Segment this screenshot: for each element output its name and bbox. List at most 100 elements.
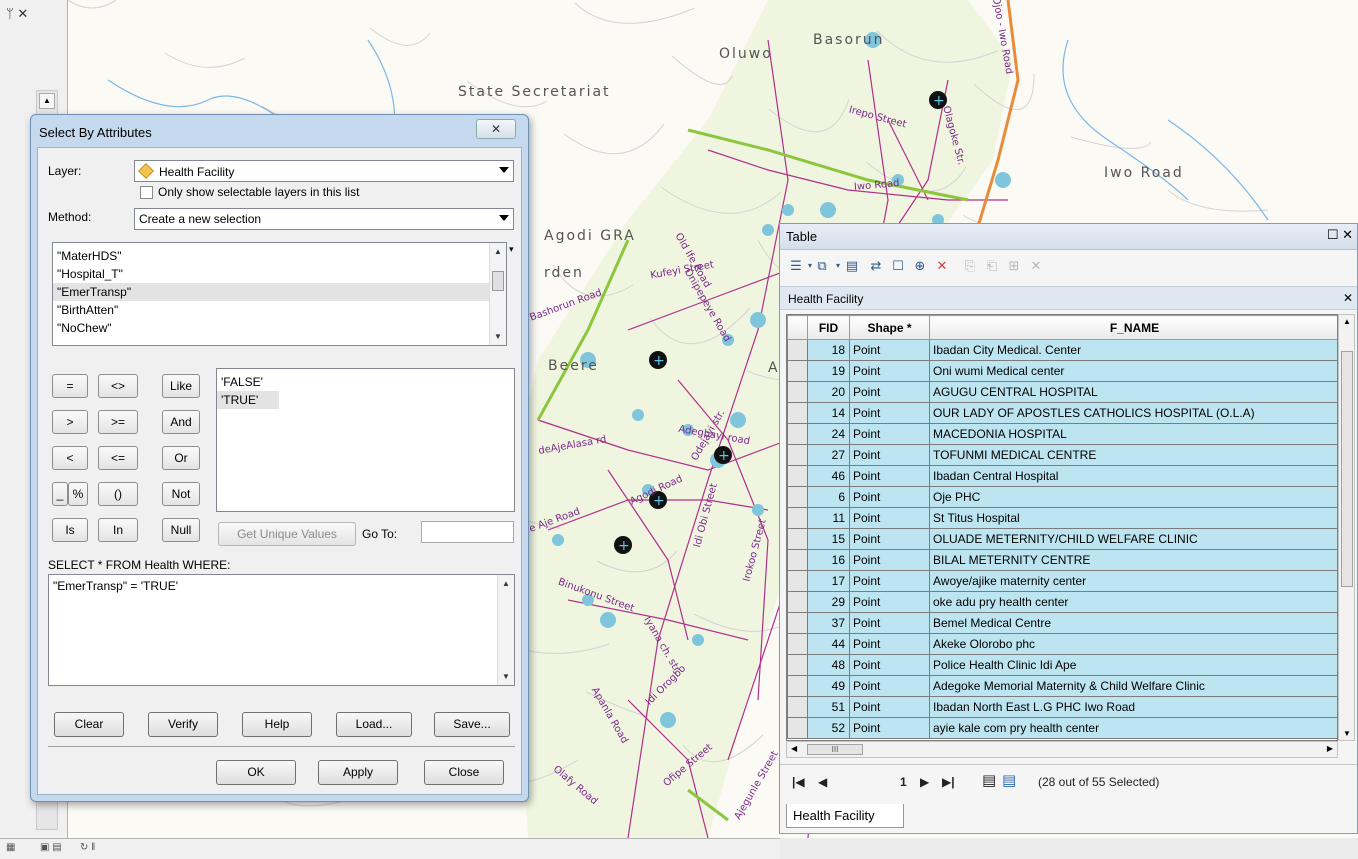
cell-fname[interactable]: Ibadan City Medical. Center bbox=[929, 339, 1337, 361]
fields-list[interactable]: "MaterHDS" "Hospital_T" "EmerTransp" "Birth… bbox=[52, 242, 507, 346]
row-selector[interactable] bbox=[787, 612, 808, 634]
row-selector-header[interactable] bbox=[787, 315, 808, 340]
scroll-down-icon[interactable]: ▼ bbox=[502, 672, 510, 681]
row-selector[interactable] bbox=[787, 696, 808, 718]
row-selector[interactable] bbox=[787, 360, 808, 382]
cell-fid[interactable]: 18 bbox=[807, 339, 850, 361]
cell-fname[interactable]: Awoye/ajike maternity center bbox=[929, 570, 1337, 592]
row-selector[interactable] bbox=[787, 528, 808, 550]
value-list-item[interactable]: 'TRUE' bbox=[217, 391, 279, 409]
verify-button[interactable]: Verify bbox=[148, 712, 218, 737]
row-selector[interactable] bbox=[787, 549, 808, 571]
cell-fname[interactable]: Oje PHC bbox=[929, 486, 1337, 508]
table-row[interactable]: 17 Point Awoye/ajike maternity center bbox=[787, 570, 1337, 592]
get-unique-values-button[interactable]: Get Unique Values bbox=[218, 522, 356, 546]
help-button[interactable]: Help bbox=[242, 712, 312, 737]
switch-selection-icon[interactable]: ⇄ bbox=[868, 258, 884, 274]
cell-shape[interactable]: Point bbox=[849, 717, 930, 739]
field-list-item[interactable]: "BirthAtten" bbox=[53, 301, 506, 319]
table-row[interactable]: 11 Point St Titus Hospital bbox=[787, 507, 1337, 529]
record-number[interactable]: 1 bbox=[900, 775, 907, 789]
first-record-icon[interactable]: |◀ bbox=[792, 775, 805, 789]
cell-shape[interactable]: Point bbox=[849, 696, 930, 718]
field-list-item[interactable]: "MaterHDS" bbox=[53, 247, 506, 265]
cell-fname[interactable]: TOFUNMI MEDICAL CENTRE bbox=[929, 444, 1337, 466]
cell-fname[interactable]: OLUADE METERNITY/CHILD WELFARE CLINIC bbox=[929, 528, 1337, 550]
cell-shape[interactable]: Point bbox=[849, 465, 930, 487]
delete-selected-icon[interactable]: ✕ bbox=[934, 258, 950, 274]
row-selector[interactable] bbox=[787, 444, 808, 466]
table-layer-tab[interactable]: Health Facility bbox=[788, 292, 863, 306]
row-selector[interactable] bbox=[787, 339, 808, 361]
cell-fid[interactable]: 46 bbox=[807, 465, 850, 487]
attribute-grid[interactable]: FID Shape * F_NAME 18 Point Ibadan City Me… bbox=[786, 314, 1338, 741]
cell-fid[interactable]: 44 bbox=[807, 633, 850, 655]
cell-fname[interactable]: Police Health Clinic Idi Ape bbox=[929, 654, 1337, 676]
row-selector[interactable] bbox=[787, 570, 808, 592]
row-selector[interactable] bbox=[787, 654, 808, 676]
operator-less-than-button[interactable]: < bbox=[52, 446, 88, 470]
show-all-records-icon[interactable]: ▤ bbox=[982, 771, 996, 789]
table-row[interactable]: 48 Point Police Health Clinic Idi Ape bbox=[787, 654, 1337, 676]
cell-shape[interactable]: Point bbox=[849, 675, 930, 697]
related-tables-icon[interactable]: ⧉ bbox=[814, 258, 830, 274]
column-header-fid[interactable]: FID bbox=[807, 315, 850, 340]
fields-scrollbar[interactable]: ▲ ▼ bbox=[489, 243, 506, 345]
cell-fname[interactable]: Adegoke Memorial Maternity & Child Welfa… bbox=[929, 675, 1337, 697]
health-facility-point[interactable] bbox=[750, 312, 766, 328]
cell-fid[interactable]: 49 bbox=[807, 675, 850, 697]
table-row[interactable]: 18 Point Ibadan City Medical. Center bbox=[787, 339, 1337, 361]
cell-fid[interactable]: 37 bbox=[807, 612, 850, 634]
scroll-thumb[interactable]: III bbox=[807, 744, 863, 755]
cell-fname[interactable]: OUR LADY OF APOSTLES CATHOLICS HOSPITAL … bbox=[929, 402, 1337, 424]
field-list-item[interactable]: "NoChew" bbox=[53, 319, 506, 337]
table-row[interactable]: 46 Point Ibadan Central Hospital bbox=[787, 465, 1337, 487]
list-resize-icon[interactable]: ▾ bbox=[509, 244, 514, 255]
ok-button[interactable]: OK bbox=[216, 760, 296, 785]
cell-shape[interactable]: Point bbox=[849, 591, 930, 613]
chevron-down-icon[interactable] bbox=[499, 167, 509, 173]
table-row[interactable]: 27 Point TOFUNMI MEDICAL CENTRE bbox=[787, 444, 1337, 466]
row-selector[interactable] bbox=[787, 675, 808, 697]
row-selector[interactable] bbox=[787, 507, 808, 529]
operator-greater-equal-button[interactable]: >= bbox=[98, 410, 138, 434]
operator-less-equal-button[interactable]: <= bbox=[98, 446, 138, 470]
dialog-titlebar[interactable]: Select By Attributes ✕ bbox=[31, 115, 528, 147]
cell-shape[interactable]: Point bbox=[849, 507, 930, 529]
operator-in-button[interactable]: In bbox=[98, 518, 138, 542]
cell-fid[interactable]: 17 bbox=[807, 570, 850, 592]
table-row[interactable]: 16 Point BILAL METERNITY CENTRE bbox=[787, 549, 1337, 571]
scroll-right-icon[interactable]: ▶ bbox=[1327, 744, 1333, 753]
table-row[interactable]: 15 Point OLUADE METERNITY/CHILD WELFARE CL… bbox=[787, 528, 1337, 550]
table-row[interactable]: 6 Point Oje PHC bbox=[787, 486, 1337, 508]
health-facility-point[interactable] bbox=[782, 204, 794, 216]
scroll-thumb[interactable] bbox=[1341, 351, 1353, 587]
operator-equals-button[interactable]: = bbox=[52, 374, 88, 398]
row-selector[interactable] bbox=[787, 381, 808, 403]
cell-shape[interactable]: Point bbox=[849, 570, 930, 592]
cell-shape[interactable]: Point bbox=[849, 528, 930, 550]
cell-shape[interactable]: Point bbox=[849, 381, 930, 403]
cell-shape[interactable]: Point bbox=[849, 339, 930, 361]
scroll-thumb[interactable] bbox=[492, 271, 504, 291]
table-row[interactable]: 20 Point AGUGU CENTRAL HOSPITAL bbox=[787, 381, 1337, 403]
column-header-shape[interactable]: Shape * bbox=[849, 315, 930, 340]
cell-fid[interactable]: 14 bbox=[807, 402, 850, 424]
cell-fid[interactable]: 24 bbox=[807, 423, 850, 445]
clear-button[interactable]: Clear bbox=[54, 712, 124, 737]
cell-fid[interactable]: 19 bbox=[807, 360, 850, 382]
field-list-item[interactable]: "Hospital_T" bbox=[53, 265, 506, 283]
cell-shape[interactable]: Point bbox=[849, 549, 930, 571]
operator-not-equal-button[interactable]: <> bbox=[98, 374, 138, 398]
operator-percent-button[interactable]: % bbox=[68, 482, 88, 506]
operator-is-button[interactable]: Is bbox=[52, 518, 88, 542]
chevron-down-icon[interactable] bbox=[499, 215, 509, 221]
cell-shape[interactable]: Point bbox=[849, 486, 930, 508]
health-facility-point[interactable] bbox=[632, 409, 644, 421]
table-row[interactable]: 19 Point Oni wumi Medical center bbox=[787, 360, 1337, 382]
layout-view-icon[interactable]: ▣ ▤ bbox=[40, 842, 62, 853]
health-facility-point[interactable] bbox=[552, 534, 564, 546]
table-row[interactable]: 44 Point Akeke Olorobo phc bbox=[787, 633, 1337, 655]
goto-input[interactable] bbox=[421, 521, 514, 543]
operator-or-button[interactable]: Or bbox=[162, 446, 200, 470]
